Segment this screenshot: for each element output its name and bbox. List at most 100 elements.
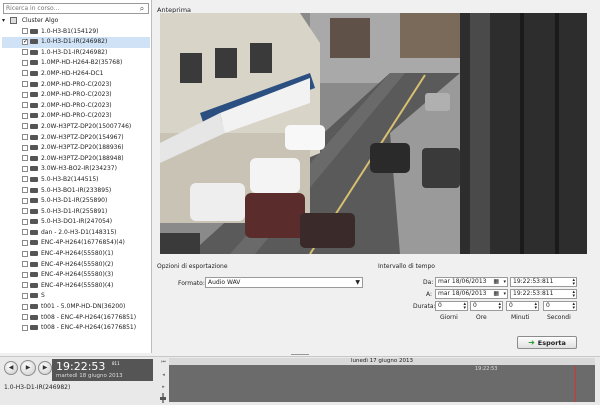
- camera-checkbox[interactable]: [22, 102, 28, 109]
- camera-row[interactable]: 2.0W-H3PTZ-DP20(154967): [2, 133, 150, 144]
- camera-checkbox[interactable]: [22, 37, 28, 47]
- camera-row[interactable]: ENC-4P-H264(55580)(4): [2, 281, 150, 292]
- timeline-cursor[interactable]: [575, 366, 576, 402]
- camera-checkbox[interactable]: [22, 282, 28, 289]
- camera-row[interactable]: 2.0MP-HD-PRO-C(2023): [2, 111, 150, 122]
- spinner-icon[interactable]: ▴ ▾: [463, 302, 466, 311]
- step-forward-button[interactable]: ▶: [38, 361, 52, 375]
- export-button[interactable]: ➜ Esporta: [517, 336, 577, 349]
- zoom-slider[interactable]: [160, 393, 166, 403]
- camera-checkbox[interactable]: [22, 28, 28, 35]
- spinner-icon[interactable]: ▴ ▾: [572, 290, 575, 299]
- camera-row[interactable]: ENC-4P-H264(55580)(3): [2, 270, 150, 281]
- spinner-icon[interactable]: ▴ ▾: [534, 302, 537, 311]
- timeline-back-icon[interactable]: ◂: [159, 372, 168, 380]
- camera-checkbox[interactable]: [22, 59, 28, 66]
- chevron-down-icon[interactable]: ▼: [355, 278, 360, 287]
- camera-icon: [30, 166, 38, 172]
- tree-root[interactable]: ▾ Cluster Algo: [2, 16, 150, 27]
- camera-checkbox[interactable]: [22, 324, 28, 331]
- chevron-down-icon[interactable]: ▾: [503, 278, 506, 286]
- camera-row[interactable]: ENC-4P-H264(55580)(2): [2, 260, 150, 271]
- to-date-picker[interactable]: mar 18/06/2013 ▦ ▾: [435, 289, 508, 299]
- duration-seconds-field[interactable]: 0 ▴ ▾: [543, 301, 577, 311]
- camera-row[interactable]: 3.0W-H3-BO2-IR(234237): [2, 164, 150, 175]
- camera-checkbox[interactable]: [22, 187, 28, 193]
- timeline-prev-icon[interactable]: ⏮: [159, 359, 168, 367]
- duration-minutes-field[interactable]: 0 ▴ ▾: [506, 301, 539, 311]
- camera-row[interactable]: 2.0MP-HD-PRO-C(2023): [2, 101, 150, 112]
- camera-checkbox[interactable]: [22, 314, 28, 321]
- step-back-button[interactable]: ◀: [4, 361, 18, 375]
- camera-row[interactable]: t008 - ENC-4P-H264(16776851): [2, 323, 150, 334]
- playback-clock: 19:22:53 811 martedì 18 giugno 2013: [52, 359, 153, 381]
- camera-checkbox[interactable]: [22, 261, 28, 268]
- camera-row[interactable]: 1.0-H3-D1-IR(246982): [2, 48, 150, 59]
- camera-row[interactable]: 2.0W-H3PTZ-DP20(188948): [2, 154, 150, 165]
- camera-row[interactable]: 5.0-H3-BO1-IR(233895): [2, 186, 150, 197]
- calendar-icon[interactable]: ▦: [493, 278, 499, 286]
- camera-row[interactable]: ENC-4P-H264(16776854)(4): [2, 238, 150, 249]
- camera-checkbox[interactable]: [22, 218, 28, 225]
- camera-checkbox[interactable]: [22, 134, 28, 141]
- camera-checkbox[interactable]: [22, 155, 28, 162]
- camera-row[interactable]: S: [2, 291, 150, 302]
- camera-checkbox[interactable]: [22, 229, 28, 236]
- play-button[interactable]: ▶: [20, 360, 36, 376]
- calendar-icon[interactable]: ▦: [493, 290, 499, 298]
- spinner-icon[interactable]: ▴ ▾: [572, 302, 575, 311]
- timeline-next-icon[interactable]: ▸: [159, 384, 168, 392]
- format-select[interactable]: Audio WAV ▼: [205, 277, 363, 288]
- camera-row[interactable]: 2.0MP-HD-PRO-C(2023): [2, 80, 150, 91]
- camera-checkbox[interactable]: [22, 112, 28, 119]
- camera-row[interactable]: t008 - ENC-4P-H264(16776851): [2, 313, 150, 324]
- search-input[interactable]: [4, 4, 132, 13]
- camera-checkbox[interactable]: [22, 176, 28, 183]
- camera-row[interactable]: 2.0MP-HD-H264-DC1: [2, 69, 150, 80]
- camera-checkbox[interactable]: [22, 144, 28, 151]
- camera-checkbox[interactable]: [22, 81, 28, 88]
- camera-label: 1.0MP-HD-H264-B2(35768): [41, 59, 123, 67]
- to-time-value: 19:22:53:811: [513, 290, 554, 297]
- camera-checkbox[interactable]: [22, 250, 28, 257]
- camera-checkbox[interactable]: [22, 123, 28, 130]
- camera-checkbox[interactable]: [22, 208, 28, 215]
- to-time-field[interactable]: 19:22:53:811 ▴ ▾: [510, 289, 577, 299]
- camera-checkbox[interactable]: [22, 292, 28, 299]
- duration-days-field[interactable]: 0 ▴ ▾: [435, 301, 468, 311]
- camera-row[interactable]: 2.0MP-HD-PRO-C(2023): [2, 90, 150, 101]
- search-icon[interactable]: ⌕: [137, 4, 147, 13]
- camera-checkbox[interactable]: [22, 303, 28, 310]
- camera-row[interactable]: 5.0-H3-D1-IR(255890): [2, 196, 150, 207]
- camera-row[interactable]: 1.0-H3-B1(154129): [2, 27, 150, 38]
- camera-checkbox[interactable]: [22, 49, 28, 56]
- camera-row[interactable]: 2.0W-H3PTZ-DP20(188936): [2, 143, 150, 154]
- camera-row[interactable]: dan - 2.0-H3-D1(148315): [2, 228, 150, 239]
- camera-row[interactable]: 5.0-H3-DO1-IR(247054): [2, 217, 150, 228]
- camera-checkbox[interactable]: [22, 91, 28, 98]
- camera-row[interactable]: 2.0W-H3PTZ-DP20(15007746): [2, 122, 150, 133]
- spinner-icon[interactable]: ▴ ▾: [572, 278, 575, 287]
- collapse-icon[interactable]: ▾: [2, 16, 8, 27]
- chevron-down-icon[interactable]: ▾: [503, 290, 506, 298]
- spinner-icon[interactable]: ▴ ▾: [498, 302, 501, 311]
- camera-row[interactable]: 5.0-H3-B2(144515): [2, 175, 150, 186]
- camera-row[interactable]: 1.0MP-HD-H264-B2(35768): [2, 58, 150, 69]
- camera-checkbox[interactable]: [22, 70, 28, 77]
- camera-checkbox[interactable]: [22, 239, 28, 246]
- duration-hours-field[interactable]: 0 ▴ ▾: [470, 301, 503, 311]
- from-time-field[interactable]: 19:22:53:811 ▴ ▾: [510, 277, 577, 287]
- camera-checkbox[interactable]: [22, 197, 28, 204]
- camera-label: 2.0W-H3PTZ-DP20(154967): [41, 133, 124, 141]
- camera-checkbox[interactable]: [22, 165, 28, 172]
- camera-row[interactable]: 1.0-H3-D1-IR(246982): [2, 37, 150, 48]
- camera-row[interactable]: ENC-4P-H264(55580)(1): [2, 249, 150, 260]
- search-box[interactable]: ⌕: [3, 3, 149, 14]
- camera-row[interactable]: 5.0-H3-D1-IR(255891): [2, 207, 150, 218]
- camera-checkbox[interactable]: [22, 271, 28, 278]
- from-date-picker[interactable]: mar 18/06/2013 ▦ ▾: [435, 277, 508, 287]
- from-label: Da:: [423, 279, 434, 286]
- splitter-handle[interactable]: [291, 352, 309, 357]
- days-label: Giorni: [440, 314, 458, 321]
- camera-row[interactable]: t001 - 5.0MP-HD-DN(36200): [2, 302, 150, 313]
